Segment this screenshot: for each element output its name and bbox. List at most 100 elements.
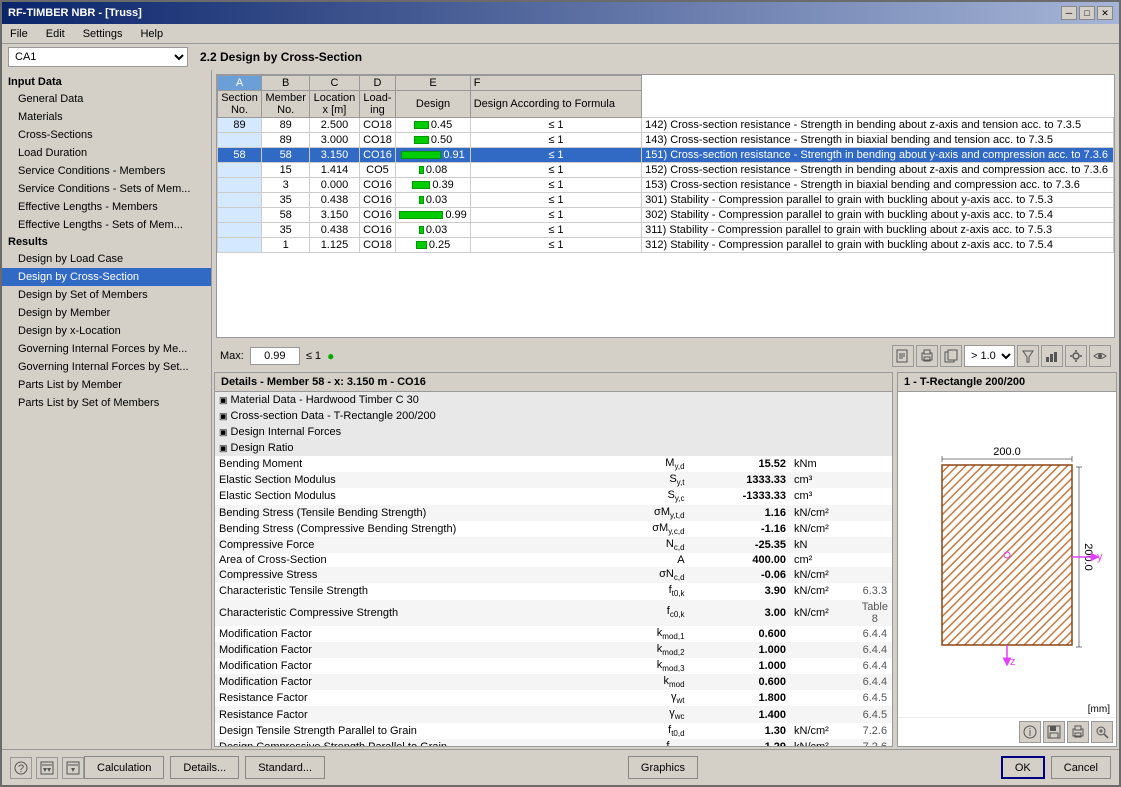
detail-ref: 6.3.3 <box>858 583 892 599</box>
table-row[interactable]: 89 89 2.500 CO18 0.45 ≤ 1 142) Cross-sec… <box>218 118 1114 133</box>
menu-edit[interactable]: Edit <box>42 27 69 41</box>
sidebar-item-materials[interactable]: Materials <box>2 108 211 126</box>
cell-leq: ≤ 1 <box>470 148 641 163</box>
detail-row-mod-factor-3: Modification Factor kmod,3 1.000 6.4.4 <box>215 658 892 674</box>
sidebar-item-service-conditions-members[interactable]: Service Conditions - Members <box>2 162 211 180</box>
detail-symbol: Nc,d <box>587 537 688 553</box>
design-internal-forces-header[interactable]: ▣ Design Internal Forces <box>215 424 892 440</box>
cs-title: 1 - T-Rectangle 200/200 <box>898 373 1116 392</box>
sidebar-item-load-duration[interactable]: Load Duration <box>2 144 211 162</box>
print-icon <box>920 349 934 363</box>
cell-section <box>218 178 262 193</box>
menu-file[interactable]: File <box>6 27 32 41</box>
graphics-button[interactable]: Graphics <box>628 756 698 779</box>
detail-symbol: Sy,t <box>587 472 688 488</box>
sidebar-item-design-by-member[interactable]: Design by Member <box>2 304 211 322</box>
ok-button[interactable]: OK <box>1001 756 1045 779</box>
cancel-button[interactable]: Cancel <box>1051 756 1111 779</box>
max-value-input[interactable] <box>250 347 300 365</box>
detail-symbol: γwc <box>587 706 688 722</box>
sidebar-group-input: Input Data <box>2 74 211 90</box>
detail-label: Modification Factor <box>215 642 587 658</box>
cs-print-btn[interactable] <box>1067 721 1089 743</box>
help-btn[interactable]: ? <box>10 757 32 779</box>
sidebar-item-effective-lengths-sets[interactable]: Effective Lengths - Sets of Mem... <box>2 216 211 234</box>
table-row[interactable]: 1 1.125 CO18 0.25 ≤ 1 312) Stability - C… <box>218 238 1114 253</box>
sidebar-item-design-by-cross-section[interactable]: Design by Cross-Section <box>2 268 211 286</box>
main-table-container[interactable]: A B C D E F SectionNo. MemberNo. <box>216 74 1115 338</box>
sidebar-item-design-by-set-of-members[interactable]: Design by Set of Members <box>2 286 211 304</box>
settings-icon-btn[interactable] <box>1065 345 1087 367</box>
sidebar-item-design-by-x-location[interactable]: Design by x-Location <box>2 322 211 340</box>
sidebar-item-effective-lengths-members[interactable]: Effective Lengths - Members <box>2 198 211 216</box>
print-icon-btn[interactable] <box>916 345 938 367</box>
detail-ref: 6.4.4 <box>858 658 892 674</box>
filter-icon-btn[interactable] <box>1017 345 1039 367</box>
detail-unit: kN <box>790 537 858 553</box>
eye-icon-btn[interactable] <box>1089 345 1111 367</box>
copy-icon-btn[interactable] <box>940 345 962 367</box>
detail-value: 1.400 <box>689 706 790 722</box>
menu-help[interactable]: Help <box>136 27 167 41</box>
calculation-button[interactable]: Calculation <box>84 756 164 779</box>
filter-select[interactable]: > 1.0 All <box>964 345 1015 367</box>
design-ratio-header[interactable]: ▣ Design Ratio <box>215 440 892 456</box>
subheader-loading: Load-ing <box>359 91 396 118</box>
cs-zoom-btn[interactable] <box>1091 721 1113 743</box>
table-row[interactable]: 35 0.438 CO16 0.03 ≤ 1 301) Stability - … <box>218 193 1114 208</box>
bottom-bar: ? Calculation Details... Standard... Gra… <box>2 749 1119 785</box>
cs-save-btn[interactable] <box>1043 721 1065 743</box>
detail-row-bending-stress-c: Bending Stress (Compressive Bending Stre… <box>215 521 892 537</box>
menu-settings[interactable]: Settings <box>79 27 127 41</box>
sidebar-group-results: Results <box>2 234 211 250</box>
next-btn[interactable] <box>62 757 84 779</box>
table-row[interactable]: 15 1.414 CO5 0.08 ≤ 1 152) Cross-section… <box>218 163 1114 178</box>
table-row[interactable]: 3 0.000 CO16 0.39 ≤ 1 153) Cross-section… <box>218 178 1114 193</box>
detail-value: 1.30 <box>689 723 790 739</box>
sidebar-item-governing-forces-by-me[interactable]: Governing Internal Forces by Me... <box>2 340 211 358</box>
cell-formula: 302) Stability - Compression parallel to… <box>642 208 1114 223</box>
detail-value: 15.52 <box>689 456 790 472</box>
cell-leq: ≤ 1 <box>470 163 641 178</box>
sidebar-item-cross-sections[interactable]: Cross-Sections <box>2 126 211 144</box>
cell-leq: ≤ 1 <box>470 238 641 253</box>
col-header-c: C <box>310 76 359 91</box>
standard-button[interactable]: Standard... <box>245 756 325 779</box>
expand-icon-3: ▣ <box>219 427 228 438</box>
sidebar-item-design-by-load-case[interactable]: Design by Load Case <box>2 250 211 268</box>
cell-loading: CO16 <box>359 223 396 238</box>
prev-btn[interactable] <box>36 757 58 779</box>
cell-location: 1.125 <box>310 238 359 253</box>
table-row[interactable]: 35 0.438 CO16 0.03 ≤ 1 311) Stability - … <box>218 223 1114 238</box>
sidebar-item-service-conditions-sets[interactable]: Service Conditions - Sets of Mem... <box>2 180 211 198</box>
export-icon-btn[interactable] <box>892 345 914 367</box>
sidebar-item-general-data[interactable]: General Data <box>2 90 211 108</box>
sidebar-item-parts-list-by-member[interactable]: Parts List by Member <box>2 376 211 394</box>
table-row[interactable]: 58 58 3.150 CO16 0.91 ≤ 1 151) Cross-sec… <box>218 148 1114 163</box>
cell-location: 2.500 <box>310 118 359 133</box>
table-row[interactable]: 58 3.150 CO16 0.99 ≤ 1 302) Stability - … <box>218 208 1114 223</box>
ca-select[interactable]: CA1 <box>8 47 188 67</box>
detail-row-resistance-wt: Resistance Factor γwt 1.800 6.4.5 <box>215 690 892 706</box>
details-panel: Details - Member 58 - x: 3.150 m - CO16 … <box>214 372 893 747</box>
details-button[interactable]: Details... <box>170 756 239 779</box>
chart-icon-btn[interactable] <box>1041 345 1063 367</box>
cell-leq: ≤ 1 <box>470 208 641 223</box>
toolbar-row: CA1 2.2 Design by Cross-Section <box>2 44 1119 70</box>
cell-member: 35 <box>262 193 310 208</box>
detail-ref <box>858 505 892 521</box>
detail-value: -0.06 <box>689 567 790 583</box>
sidebar-item-governing-forces-by-set[interactable]: Governing Internal Forces by Set... <box>2 358 211 376</box>
maximize-button[interactable]: □ <box>1079 6 1095 20</box>
cell-location: 0.438 <box>310 223 359 238</box>
cs-info-btn[interactable]: i <box>1019 721 1041 743</box>
minimize-button[interactable]: ─ <box>1061 6 1077 20</box>
close-button[interactable]: ✕ <box>1097 6 1113 20</box>
material-data-header[interactable]: ▣ Material Data - Hardwood Timber C 30 <box>215 392 892 408</box>
table-row[interactable]: 89 3.000 CO18 0.50 ≤ 1 143) Cross-sectio… <box>218 133 1114 148</box>
detail-symbol: My,d <box>587 456 688 472</box>
cell-member: 58 <box>262 148 310 163</box>
detail-value: 1333.33 <box>689 472 790 488</box>
cross-section-data-header[interactable]: ▣ Cross-section Data - T-Rectangle 200/2… <box>215 408 892 424</box>
sidebar-item-parts-list-by-set[interactable]: Parts List by Set of Members <box>2 394 211 412</box>
